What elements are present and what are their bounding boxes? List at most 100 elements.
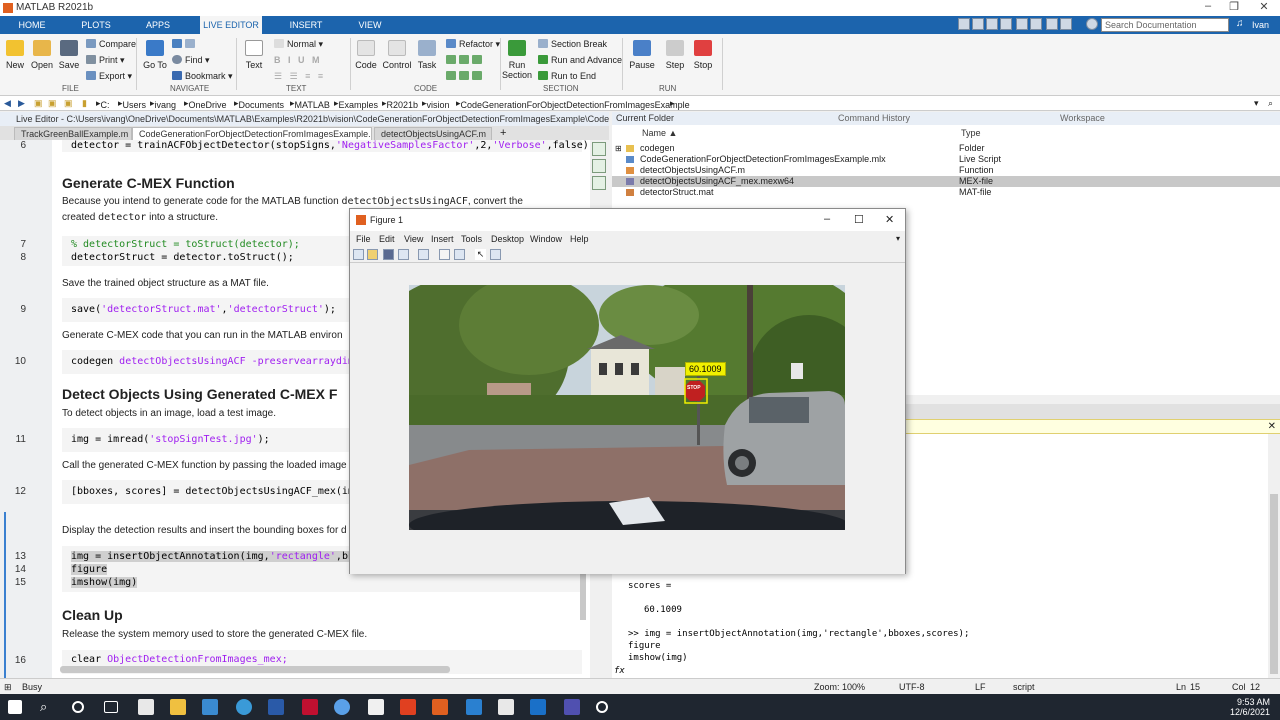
print-button[interactable]: Print ▾ bbox=[86, 55, 125, 66]
path-segment[interactable]: ▸ CodeGenerationForObjectDetectionFromIm… bbox=[456, 98, 690, 110]
address-bar[interactable]: ◀ ▶ ▣ ▣ ▣ ▮ ▸ C: ▸ Users ▸ ivang ▸ OneDr… bbox=[0, 96, 1280, 111]
file-row[interactable]: CodeGenerationForObjectDetectionFromImag… bbox=[612, 154, 1280, 165]
menu-view[interactable]: View bbox=[404, 234, 423, 244]
calculator-icon[interactable] bbox=[138, 699, 154, 715]
maximize-icon[interactable]: ☐ bbox=[854, 213, 864, 226]
forward-icon[interactable]: ▶ bbox=[18, 98, 25, 109]
path-dropdown-icon[interactable]: ▾ bbox=[1254, 98, 1259, 109]
windows-start-icon[interactable] bbox=[8, 700, 22, 714]
path-segment[interactable]: ▸ vision bbox=[422, 98, 450, 110]
file-row[interactable]: detectorStruct.mat MAT-file bbox=[612, 187, 1280, 198]
fx-prompt-icon[interactable]: fx bbox=[614, 666, 625, 676]
menu-tools[interactable]: Tools bbox=[461, 234, 482, 244]
task-button[interactable]: Task bbox=[416, 40, 438, 70]
new-tab-icon[interactable]: + bbox=[500, 127, 506, 139]
code-line-6[interactable]: detector = trainACFObjectDetector(stopSi… bbox=[62, 140, 590, 152]
workspace-header[interactable]: Workspace bbox=[1056, 112, 1280, 125]
run-and-advance-button[interactable]: Run and Advance bbox=[538, 55, 622, 65]
search-icon[interactable]: ⌕ bbox=[40, 699, 56, 715]
up-folder-icon[interactable]: ▣ bbox=[34, 98, 43, 109]
horizontal-scrollbar[interactable] bbox=[60, 666, 450, 673]
search-icon[interactable]: ⌕ bbox=[1218, 19, 1223, 30]
minimize-icon[interactable]: – bbox=[1196, 0, 1220, 16]
zoom-icon[interactable] bbox=[334, 699, 350, 715]
file-explorer-icon[interactable] bbox=[170, 699, 186, 715]
search-documentation-input[interactable]: Search Documentation bbox=[1101, 18, 1229, 32]
tab-plots[interactable]: PLOTS bbox=[74, 16, 118, 34]
compare-button[interactable]: Compare bbox=[86, 39, 136, 49]
menu-desktop[interactable]: Desktop bbox=[491, 234, 524, 244]
path-search-icon[interactable]: ⌕ bbox=[1268, 98, 1273, 109]
teams-icon[interactable] bbox=[564, 699, 580, 715]
expand-icon[interactable]: ⊞ bbox=[615, 143, 622, 154]
link-plot-icon[interactable] bbox=[418, 249, 429, 260]
format-buttons[interactable]: B I U M bbox=[274, 55, 320, 65]
app-icon[interactable] bbox=[368, 699, 384, 715]
help-question-icon[interactable] bbox=[1086, 18, 1098, 30]
goto-button[interactable]: Go To bbox=[142, 40, 168, 70]
root-icon[interactable]: ▣ bbox=[64, 98, 73, 109]
maximize-icon[interactable]: ❐ bbox=[1222, 0, 1246, 16]
path-segment[interactable]: ▸ OneDrive bbox=[184, 98, 227, 110]
path-segment[interactable]: ▸ C: bbox=[96, 98, 110, 110]
back-forward-buttons[interactable] bbox=[172, 39, 198, 49]
insert-legend-icon[interactable] bbox=[454, 249, 465, 260]
save-figure-icon[interactable] bbox=[383, 249, 394, 260]
indent-buttons[interactable] bbox=[446, 71, 485, 81]
print-figure-icon[interactable] bbox=[398, 249, 409, 260]
tab-apps[interactable]: APPS bbox=[136, 16, 180, 34]
path-segment[interactable]: ▸ Documents bbox=[234, 98, 284, 110]
hide-code-icon[interactable] bbox=[592, 176, 606, 190]
code-button[interactable]: Code bbox=[355, 40, 377, 70]
step-button[interactable]: Step bbox=[664, 40, 686, 70]
new-button[interactable]: New bbox=[4, 40, 26, 70]
matlab-taskbar-icon[interactable] bbox=[432, 699, 448, 715]
path-segment[interactable]: ▸ ivang bbox=[150, 98, 176, 110]
app-icon[interactable] bbox=[596, 701, 608, 713]
scroll-thumb[interactable] bbox=[1270, 494, 1278, 674]
redo-icon[interactable] bbox=[1030, 18, 1042, 30]
tab-insert[interactable]: INSERT bbox=[282, 16, 330, 34]
figure-canvas[interactable]: 60.1009 STOP bbox=[350, 264, 905, 574]
user-menu[interactable]: Ivan bbox=[1252, 20, 1269, 30]
mail-icon[interactable] bbox=[202, 699, 218, 715]
switch-windows-icon[interactable] bbox=[1046, 18, 1058, 30]
export-button[interactable]: Export ▾ bbox=[86, 71, 132, 82]
file-row[interactable]: detectObjectsUsingACF_mex.mexw64 MEX-file bbox=[612, 176, 1280, 187]
tab-trackgreenball[interactable]: TrackGreenBallExample.m bbox=[14, 127, 132, 140]
save-button[interactable]: Save bbox=[58, 40, 80, 70]
menu-edit[interactable]: Edit bbox=[379, 234, 395, 244]
word-icon[interactable] bbox=[268, 699, 284, 715]
section-break-button[interactable]: Section Break bbox=[538, 39, 607, 49]
status-zoom[interactable]: Zoom: 100% bbox=[814, 682, 865, 692]
tab-live-editor[interactable]: LIVE EDITOR bbox=[200, 16, 262, 34]
command-history-header[interactable]: Command History bbox=[834, 112, 1056, 125]
open-file-icon[interactable] bbox=[367, 249, 378, 260]
save-icon[interactable] bbox=[958, 18, 970, 30]
undo-icon[interactable] bbox=[1016, 18, 1028, 30]
vscode-icon[interactable] bbox=[466, 699, 482, 715]
insert-colorbar-icon[interactable] bbox=[439, 249, 450, 260]
run-to-end-button[interactable]: Run to End bbox=[538, 71, 596, 81]
open-button[interactable]: Open bbox=[30, 40, 54, 70]
path-segment[interactable]: ▸ Users bbox=[118, 98, 146, 110]
text-button[interactable]: Text bbox=[242, 40, 266, 70]
path-chevron-icon[interactable]: ▸ bbox=[670, 98, 675, 109]
close-icon[interactable]: ✕ bbox=[1252, 0, 1276, 16]
pause-button[interactable]: Pause bbox=[628, 40, 656, 70]
close-notice-icon[interactable]: ✕ bbox=[1268, 421, 1276, 432]
browse-folder-icon[interactable]: ▣ bbox=[48, 98, 57, 109]
file-row[interactable]: detectObjectsUsingACF.m Function bbox=[612, 165, 1280, 176]
bookmark-button[interactable]: Bookmark ▾ bbox=[172, 71, 233, 82]
command-window-scrollbar[interactable] bbox=[1268, 434, 1280, 678]
path-segment[interactable]: ▸ Examples bbox=[334, 98, 378, 110]
figure-window[interactable]: Figure 1 – ☐ ✕ File Edit View Insert Too… bbox=[349, 208, 906, 574]
menu-help[interactable]: Help bbox=[570, 234, 589, 244]
new-figure-icon[interactable] bbox=[353, 249, 364, 260]
folder-row[interactable]: ⊞ codegen Folder bbox=[612, 143, 1280, 154]
comment-buttons[interactable] bbox=[446, 55, 485, 65]
col-name-header[interactable]: Name ▲ bbox=[642, 128, 677, 138]
list-buttons[interactable]: ☰ ☰ ≡ ≡ bbox=[274, 71, 323, 82]
output-right-icon[interactable] bbox=[592, 159, 606, 173]
app-icon[interactable] bbox=[498, 699, 514, 715]
